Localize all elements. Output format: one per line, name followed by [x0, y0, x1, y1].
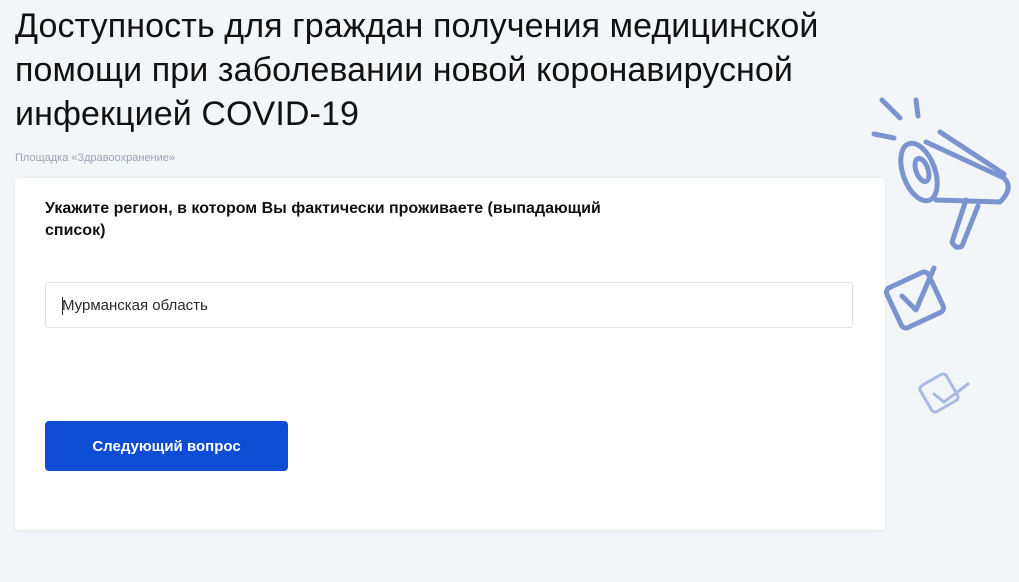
megaphone-icon [871, 97, 1011, 250]
region-select[interactable]: Мурманская область [45, 282, 853, 328]
region-select-value: Мурманская область [62, 297, 208, 314]
text-caret [62, 297, 63, 315]
next-question-button[interactable]: Следующий вопрос [45, 421, 288, 471]
checkbox-small-icon [918, 372, 970, 414]
question-card: Укажите регион, в котором Вы фактически … [15, 178, 885, 530]
question-text: Укажите регион, в котором Вы фактически … [45, 200, 601, 239]
platform-label: Площадка «Здравоохранение» [15, 152, 176, 164]
checkbox-icon [884, 265, 946, 331]
page-title: Доступность для граждан получения медици… [15, 7, 819, 133]
